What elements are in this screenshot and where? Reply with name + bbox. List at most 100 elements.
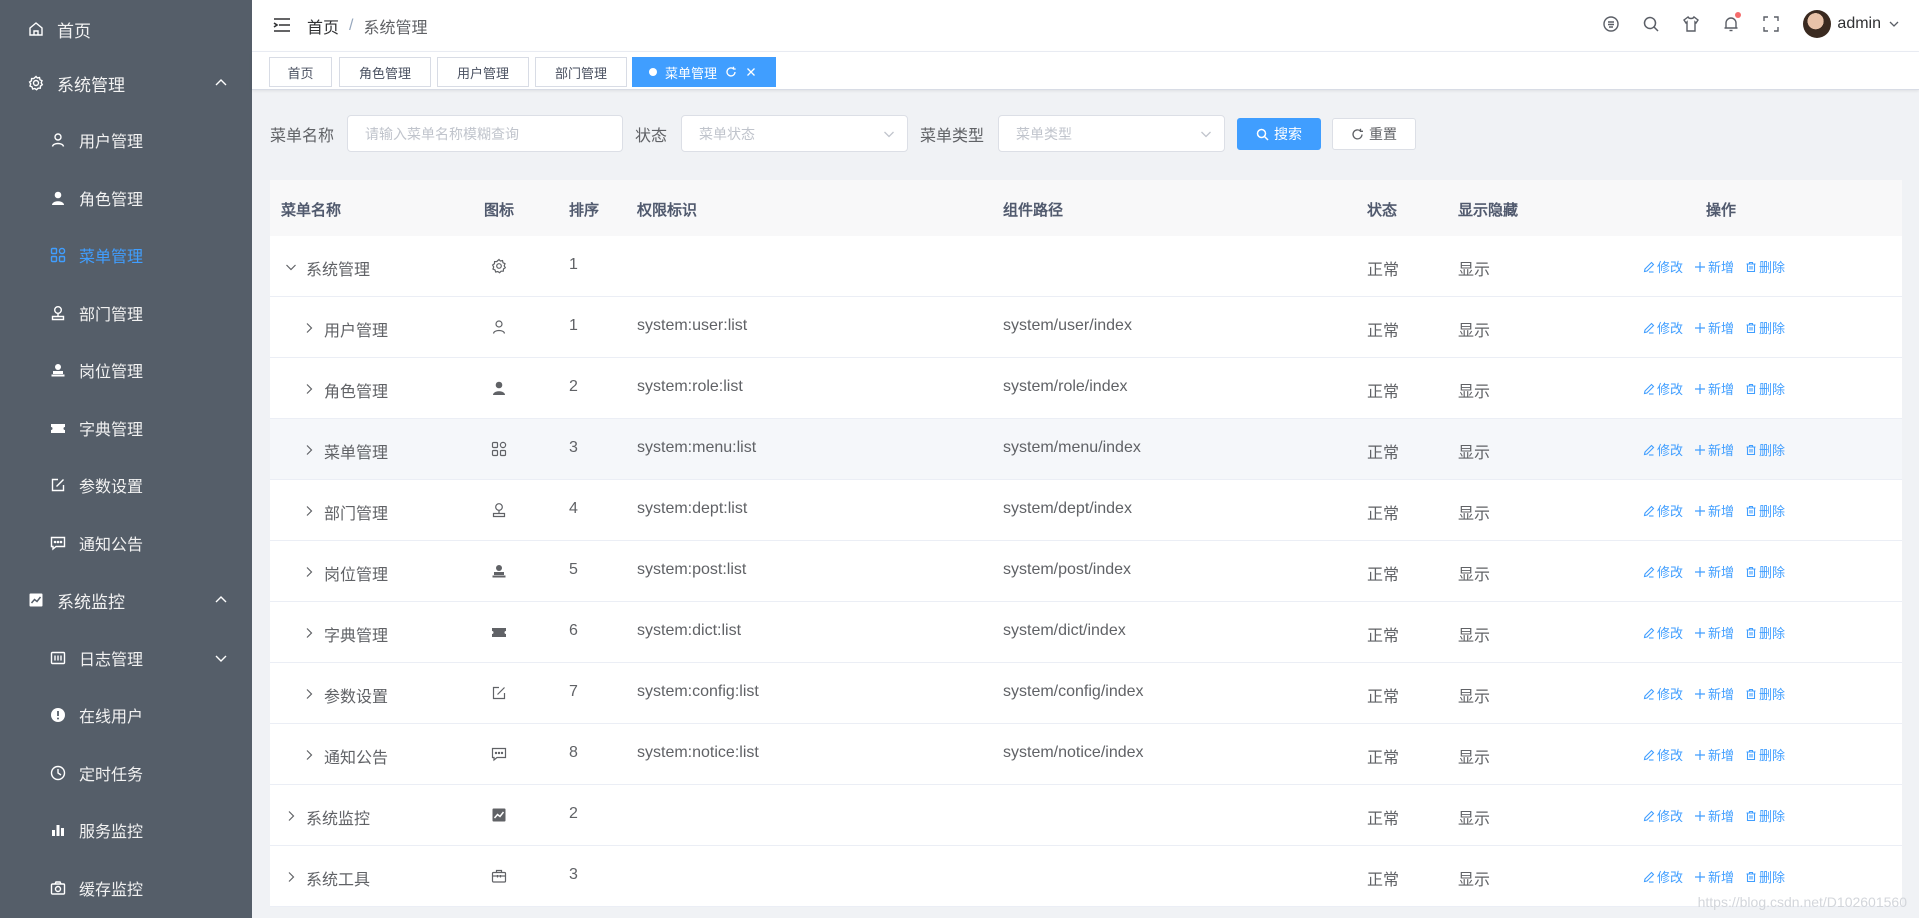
delete-button[interactable]: 删除 <box>1745 684 1785 703</box>
edit-button[interactable]: 修改 <box>1643 623 1683 642</box>
status-select[interactable]: 菜单状态 <box>681 115 908 152</box>
table-row[interactable]: 通知公告 8 system:notice:list system/notice/ind… <box>270 724 1902 785</box>
table-row[interactable]: 岗位管理 5 system:post:list system/post/index 正常… <box>270 541 1902 602</box>
sidebar-item-monitor[interactable]: 系统监控 <box>0 571 252 629</box>
tag-home[interactable]: 首页 <box>269 57 332 87</box>
bell-icon[interactable] <box>1721 12 1742 34</box>
table-row[interactable]: 角色管理 2 system:role:list system/role/index 正常… <box>270 358 1902 419</box>
delete-button[interactable]: 删除 <box>1745 440 1785 459</box>
chevron-right-icon[interactable] <box>303 687 315 699</box>
edit-button[interactable]: 修改 <box>1643 745 1683 764</box>
table-row[interactable]: 系统工具 3 正常 显示 修改 新增 删除 <box>270 846 1902 907</box>
edit-button[interactable]: 修改 <box>1643 440 1683 459</box>
delete-button[interactable]: 删除 <box>1745 501 1785 520</box>
chevron-right-icon[interactable] <box>285 870 297 882</box>
fullscreen-icon[interactable] <box>1761 14 1781 34</box>
tag-menu[interactable]: 菜单管理 <box>632 57 776 87</box>
add-button[interactable]: 新增 <box>1694 318 1734 337</box>
edit-button[interactable]: 修改 <box>1643 318 1683 337</box>
row-actions: 修改 新增 删除 <box>1643 806 1796 825</box>
hamburger-icon[interactable] <box>272 15 292 35</box>
avatar[interactable] <box>1803 10 1832 38</box>
sidebar-item-job[interactable]: 定时任务 <box>0 744 252 802</box>
chevron-right-icon[interactable] <box>303 626 315 638</box>
table-row[interactable]: 部门管理 4 system:dept:list system/dept/index 正常… <box>270 480 1902 541</box>
row-actions: 修改 新增 删除 <box>1643 684 1796 703</box>
delete-button[interactable]: 删除 <box>1745 623 1785 642</box>
chevron-right-icon[interactable] <box>303 443 315 455</box>
menu-name-input[interactable]: 请输入菜单名称模糊查询 <box>347 115 623 152</box>
chevron-right-icon[interactable] <box>303 382 315 394</box>
chevron-down-icon[interactable] <box>1889 19 1899 29</box>
edit-button[interactable]: 修改 <box>1643 257 1683 276</box>
delete-button[interactable]: 删除 <box>1745 745 1785 764</box>
add-button[interactable]: 新增 <box>1694 501 1734 520</box>
sidebar-item-config[interactable]: 参数设置 <box>0 456 252 514</box>
sidebar-item-posts[interactable]: 岗位管理 <box>0 341 252 399</box>
tag-dept[interactable]: 部门管理 <box>535 57 627 87</box>
chevron-right-icon[interactable] <box>303 321 315 333</box>
sidebar-item-roles[interactable]: 角色管理 <box>0 169 252 227</box>
username[interactable]: admin <box>1837 15 1881 33</box>
sidebar-item-depts[interactable]: 部门管理 <box>0 284 252 342</box>
cell-visible: 显示 <box>1458 689 1491 706</box>
close-icon[interactable] <box>745 66 757 78</box>
add-button[interactable]: 新增 <box>1694 562 1734 581</box>
search-icon[interactable] <box>1641 14 1661 34</box>
reset-button[interactable]: 重置 <box>1332 118 1416 150</box>
delete-button[interactable]: 删除 <box>1745 867 1785 886</box>
tshirt-icon[interactable] <box>1681 14 1701 34</box>
delete-button[interactable]: 删除 <box>1745 257 1785 276</box>
edit-button[interactable]: 修改 <box>1643 867 1683 886</box>
chevron-down-icon[interactable] <box>285 260 297 272</box>
search-button[interactable]: 搜索 <box>1237 118 1321 150</box>
chevron-right-icon[interactable] <box>303 504 315 516</box>
add-button[interactable]: 新增 <box>1694 623 1734 642</box>
table-row[interactable]: 字典管理 6 system:dict:list system/dict/index 正常… <box>270 602 1902 663</box>
table-row[interactable]: 用户管理 1 system:user:list system/user/index 正常… <box>270 297 1902 358</box>
tag-role[interactable]: 角色管理 <box>339 57 431 87</box>
sidebar-item-home[interactable]: 首页 <box>0 0 252 58</box>
menu-type-select[interactable]: 菜单类型 <box>998 115 1225 152</box>
edit-button[interactable]: 修改 <box>1643 684 1683 703</box>
table-row[interactable]: 系统管理 1 正常 显示 修改 新增 删除 <box>270 236 1902 297</box>
table-row[interactable]: 菜单管理 3 system:menu:list system/menu/index 正常… <box>270 419 1902 480</box>
table-row[interactable]: 参数设置 7 system:config:list system/config/ind… <box>270 663 1902 724</box>
edit-button[interactable]: 修改 <box>1643 806 1683 825</box>
sidebar-item-cache[interactable]: 缓存监控 <box>0 859 252 917</box>
add-button[interactable]: 新增 <box>1694 440 1734 459</box>
add-button[interactable]: 新增 <box>1694 867 1734 886</box>
cell-component: system/post/index <box>1003 561 1132 578</box>
sidebar-item-online[interactable]: 在线用户 <box>0 686 252 744</box>
edit-button[interactable]: 修改 <box>1643 562 1683 581</box>
sidebar-item-notice[interactable]: 通知公告 <box>0 514 252 572</box>
delete-button[interactable]: 删除 <box>1745 806 1785 825</box>
sidebar-item-menus[interactable]: 菜单管理 <box>0 226 252 284</box>
refresh-icon[interactable] <box>725 66 737 78</box>
tag-user[interactable]: 用户管理 <box>437 57 529 87</box>
github-icon[interactable] <box>1601 14 1621 34</box>
chevron-right-icon[interactable] <box>303 565 315 577</box>
table-row[interactable]: 系统监控 2 正常 显示 修改 新增 删除 <box>270 785 1902 846</box>
sidebar-item-dict[interactable]: 字典管理 <box>0 399 252 457</box>
delete-icon <box>1745 444 1759 456</box>
edit-button[interactable]: 修改 <box>1643 379 1683 398</box>
delete-button[interactable]: 删除 <box>1745 562 1785 581</box>
sidebar-item-label: 通知公告 <box>79 537 144 554</box>
breadcrumb-home[interactable]: 首页 <box>307 14 339 38</box>
add-button[interactable]: 新增 <box>1694 684 1734 703</box>
add-button[interactable]: 新增 <box>1694 745 1734 764</box>
sidebar-item-system-manage[interactable]: 系统管理 <box>0 54 252 112</box>
add-button[interactable]: 新增 <box>1694 806 1734 825</box>
add-button[interactable]: 新增 <box>1694 257 1734 276</box>
bar-chart-icon <box>50 822 66 838</box>
chevron-right-icon[interactable] <box>303 748 315 760</box>
delete-button[interactable]: 删除 <box>1745 379 1785 398</box>
edit-button[interactable]: 修改 <box>1643 501 1683 520</box>
sidebar-item-users[interactable]: 用户管理 <box>0 111 252 169</box>
add-button[interactable]: 新增 <box>1694 379 1734 398</box>
chevron-right-icon[interactable] <box>285 809 297 821</box>
sidebar-item-server[interactable]: 服务监控 <box>0 801 252 859</box>
delete-button[interactable]: 删除 <box>1745 318 1785 337</box>
sidebar-item-logs[interactable]: 日志管理 <box>0 629 252 687</box>
